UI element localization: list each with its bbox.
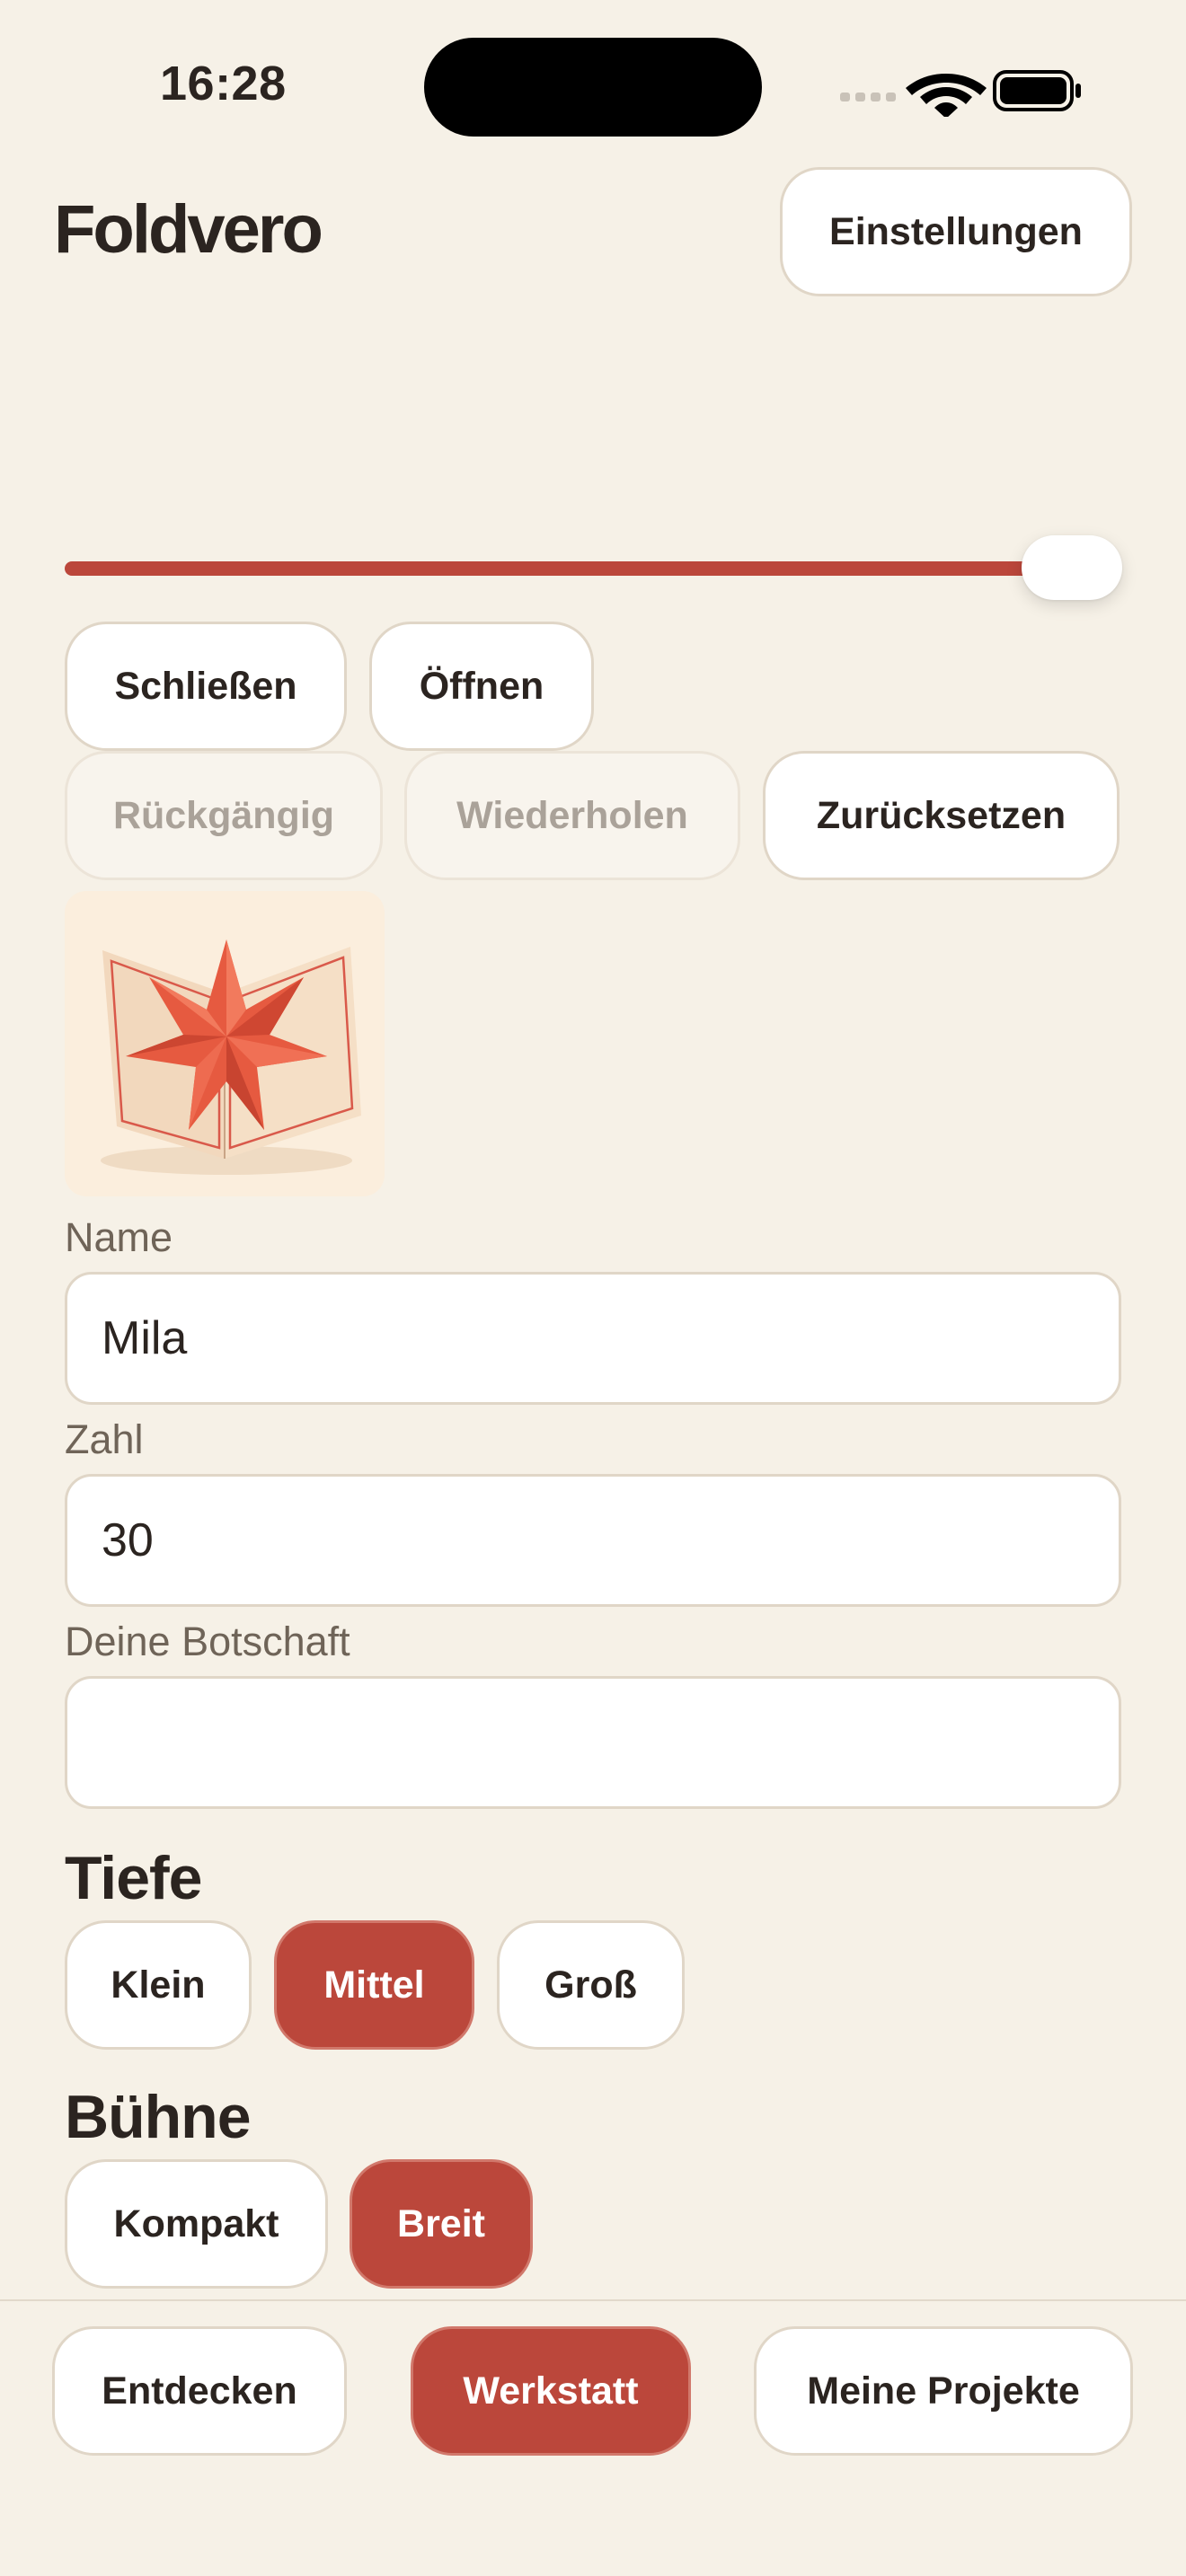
- settings-button[interactable]: Einstellungen: [780, 167, 1132, 296]
- dynamic-island: [424, 38, 762, 137]
- stage-title: Bühne: [65, 2083, 252, 2151]
- redo-button[interactable]: Wiederholen: [404, 751, 740, 880]
- tab-my-projects[interactable]: Meine Projekte: [754, 2326, 1133, 2456]
- close-button[interactable]: Schließen: [65, 622, 347, 751]
- battery-icon: [993, 70, 1081, 111]
- open-button[interactable]: Öffnen: [369, 622, 594, 751]
- name-input[interactable]: [65, 1272, 1121, 1405]
- wifi-icon: [906, 74, 987, 117]
- card-preview-thumbnail[interactable]: [65, 891, 385, 1196]
- stage-option-wide[interactable]: Breit: [350, 2159, 533, 2289]
- name-label: Name: [65, 1214, 173, 1260]
- status-icons: [840, 70, 1081, 117]
- cellular-signal-icon: [840, 93, 896, 101]
- stage-option-compact[interactable]: Kompakt: [65, 2159, 328, 2289]
- reset-button[interactable]: Zurücksetzen: [763, 751, 1120, 880]
- tab-discover[interactable]: Entdecken: [52, 2326, 347, 2456]
- undo-button[interactable]: Rückgängig: [65, 751, 383, 880]
- fold-slider-track[interactable]: [65, 561, 1053, 576]
- app-title: Foldvero: [54, 191, 323, 268]
- message-input[interactable]: [65, 1676, 1121, 1809]
- depth-option-large[interactable]: Groß: [497, 1920, 685, 2050]
- depth-title: Tiefe: [65, 1844, 202, 1912]
- depth-option-medium[interactable]: Mittel: [274, 1920, 474, 2050]
- tab-workshop[interactable]: Werkstatt: [411, 2326, 691, 2456]
- pop-up-star-card-icon: [101, 940, 361, 1175]
- message-label: Deine Botschaft: [65, 1619, 350, 1664]
- number-label: Zahl: [65, 1416, 144, 1462]
- status-time: 16:28: [160, 57, 287, 110]
- tab-bar-divider: [0, 2299, 1186, 2301]
- fold-slider-thumb[interactable]: [1022, 535, 1122, 600]
- number-input[interactable]: [65, 1474, 1121, 1607]
- depth-option-small[interactable]: Klein: [65, 1920, 252, 2050]
